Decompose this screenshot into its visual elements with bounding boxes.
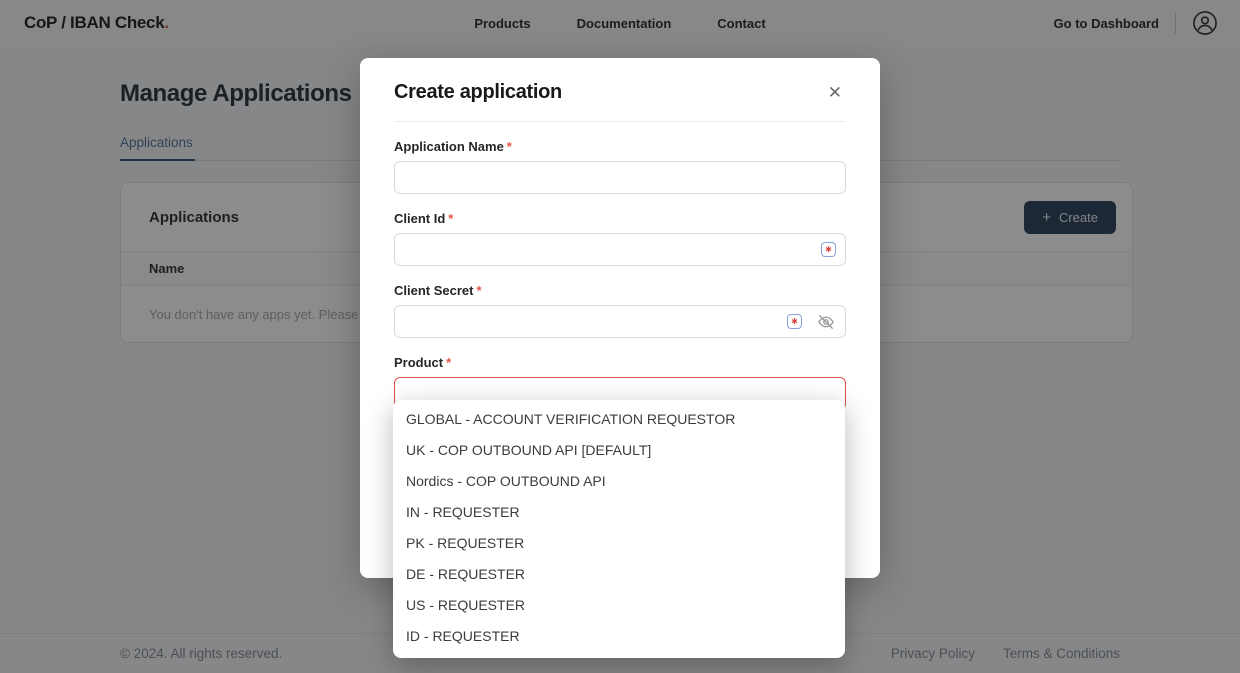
modal-title: Create application (394, 81, 562, 104)
dropdown-option[interactable]: IN - REQUESTER (393, 497, 845, 528)
required-asterisk: * (476, 283, 481, 298)
required-asterisk: * (448, 211, 453, 226)
dropdown-option[interactable]: US - REQUESTER (393, 590, 845, 621)
client-id-input[interactable] (394, 233, 846, 266)
dropdown-option[interactable]: ID - REQUESTER (393, 621, 845, 652)
required-asterisk: * (446, 355, 451, 370)
required-asterisk: * (507, 139, 512, 154)
dropdown-option[interactable]: GLOBAL - ACCOUNT VERIFICATION REQUESTOR (393, 404, 845, 435)
dropdown-option[interactable]: PK - REQUESTER (393, 528, 845, 559)
field-client-id: Client Id* ✱ (394, 211, 846, 266)
field-label: Client Id* (394, 211, 846, 226)
dropdown-option[interactable]: DE - REQUESTER (393, 559, 845, 590)
close-icon[interactable]: ✕ (824, 80, 846, 105)
client-secret-input[interactable] (394, 305, 846, 338)
autofill-icon[interactable]: ✱ (787, 314, 802, 329)
modal-header: Create application ✕ (394, 58, 846, 122)
dropdown-option[interactable]: UK - COP OUTBOUND API [DEFAULT] (393, 435, 845, 466)
application-name-input[interactable] (394, 161, 846, 194)
field-label: Application Name* (394, 139, 846, 154)
field-label: Product* (394, 355, 846, 370)
product-dropdown-list: GLOBAL - ACCOUNT VERIFICATION REQUESTOR … (393, 400, 845, 658)
field-application-name: Application Name* (394, 139, 846, 194)
field-client-secret: Client Secret* ✱ (394, 283, 846, 338)
autofill-icon[interactable]: ✱ (821, 242, 836, 257)
dropdown-option[interactable]: Nordics - COP OUTBOUND API (393, 466, 845, 497)
eye-off-icon[interactable] (816, 312, 836, 332)
field-label: Client Secret* (394, 283, 846, 298)
